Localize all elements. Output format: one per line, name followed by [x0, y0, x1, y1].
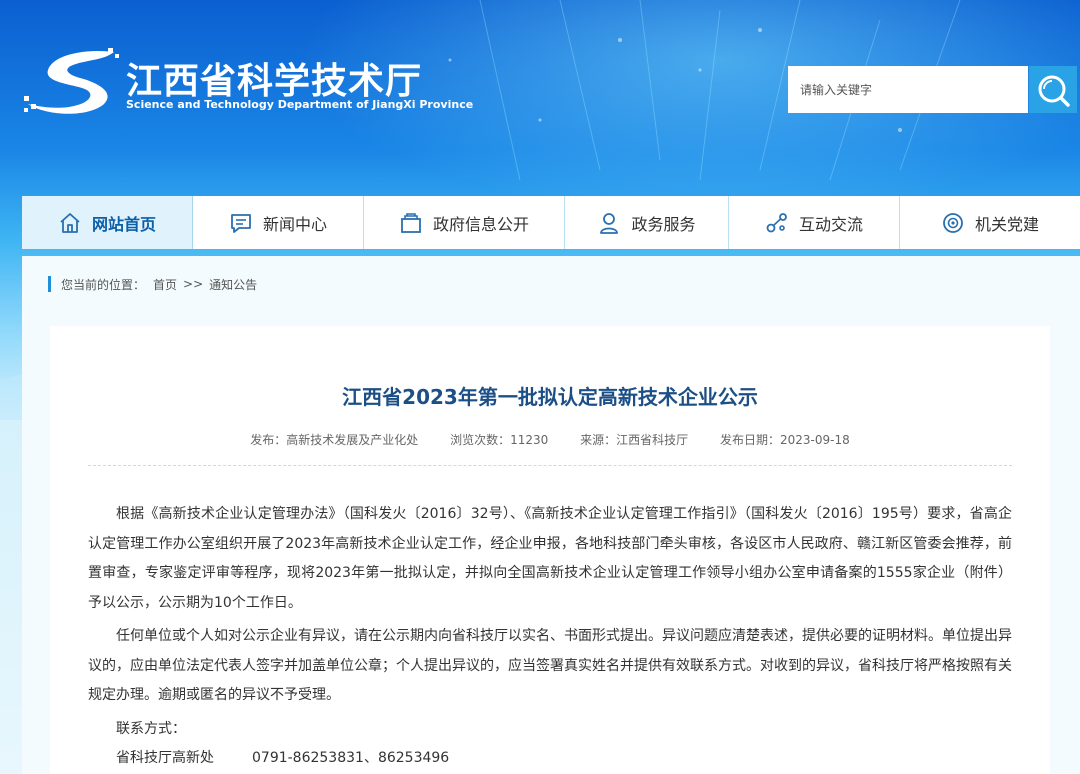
search-input[interactable]: [788, 66, 1028, 113]
article-views: 浏览次数：11230: [450, 433, 549, 447]
article-date: 发布日期：2023-09-18: [719, 433, 850, 447]
share-icon: [766, 212, 787, 232]
breadcrumb-home-link[interactable]: 首页: [153, 276, 177, 293]
nav-item-label: 网站首页: [91, 214, 156, 234]
site-subtitle: Science and Technology Department of Jia…: [126, 98, 474, 111]
home-icon: [60, 212, 80, 233]
main-nav: 网站首页 新闻中心 政府信息公开 政务服务 互动交流 机关党建: [22, 196, 1080, 249]
contact-row: 省科技厅高新处 0791-86253831、86253496: [88, 744, 1012, 774]
badge-icon: [943, 212, 963, 233]
contact-dept: 省科技厅高新处: [116, 750, 214, 766]
article-publisher: 发布：高新技术发展及产业化处: [250, 433, 419, 447]
nav-item-party[interactable]: 机关党建: [900, 196, 1080, 249]
search-button[interactable]: [1029, 66, 1077, 113]
search-box: [788, 66, 1078, 113]
breadcrumb-prefix: 您当前的位置：: [61, 277, 146, 292]
nav-item-label: 互动交流: [798, 214, 863, 234]
nav-item-interaction[interactable]: 互动交流: [729, 196, 900, 249]
site-logo[interactable]: 江西省科学技术厅 Science and Technology Departme…: [22, 46, 473, 118]
user-icon: [600, 212, 619, 234]
article-meta: 发布：高新技术发展及产业化处 浏览次数：11230 来源：江西省科技厅 发布日期…: [50, 431, 1050, 448]
nav-item-label: 政府信息公开: [432, 214, 529, 234]
article-source: 来源：江西省科技厅: [580, 433, 689, 447]
article-title: 江西省2023年第一批拟认定高新技术企业公示: [342, 385, 758, 409]
nav-item-gov-info[interactable]: 政府信息公开: [364, 196, 565, 249]
contact-phone: 0791-86253831、86253496: [252, 750, 450, 766]
article-paragraph: 任何单位或个人如对公示企业有异议，请在公示期内向省科技厅以实名、书面形式提出。异…: [88, 628, 1012, 703]
nav-item-label: 机关党建: [974, 214, 1039, 234]
article-body: 根据《高新技术企业认定管理办法》（国科发火〔2016〕32号）、《高新技术企业认…: [88, 500, 1012, 774]
nav-item-home[interactable]: 网站首页: [22, 196, 193, 249]
nav-item-services[interactable]: 政务服务: [565, 196, 729, 249]
message-icon: [231, 213, 251, 233]
nav-item-label: 政务服务: [631, 214, 696, 234]
article-divider: [88, 465, 1012, 466]
site-title: 江西省科学技术厅: [126, 61, 423, 102]
logo-icon: [24, 48, 119, 114]
breadcrumb-current-link[interactable]: 通知公告: [209, 276, 257, 293]
nav-item-label: 新闻中心: [262, 214, 327, 234]
article-card: 江西省2023年第一批拟认定高新技术企业公示 发布：高新技术发展及产业化处 浏览…: [50, 326, 1050, 774]
contact-label: 联系方式：: [116, 720, 186, 737]
breadcrumb: 您当前的位置： 首页 >> 通知公告: [48, 275, 257, 293]
folder-icon: [401, 212, 421, 233]
article-paragraph: 根据《高新技术企业认定管理办法》（国科发火〔2016〕32号）、《高新技术企业认…: [88, 506, 1012, 611]
breadcrumb-marker: [48, 276, 51, 292]
breadcrumb-separator: >>: [183, 277, 204, 291]
nav-item-news[interactable]: 新闻中心: [193, 196, 364, 249]
search-icon: [1038, 75, 1070, 107]
